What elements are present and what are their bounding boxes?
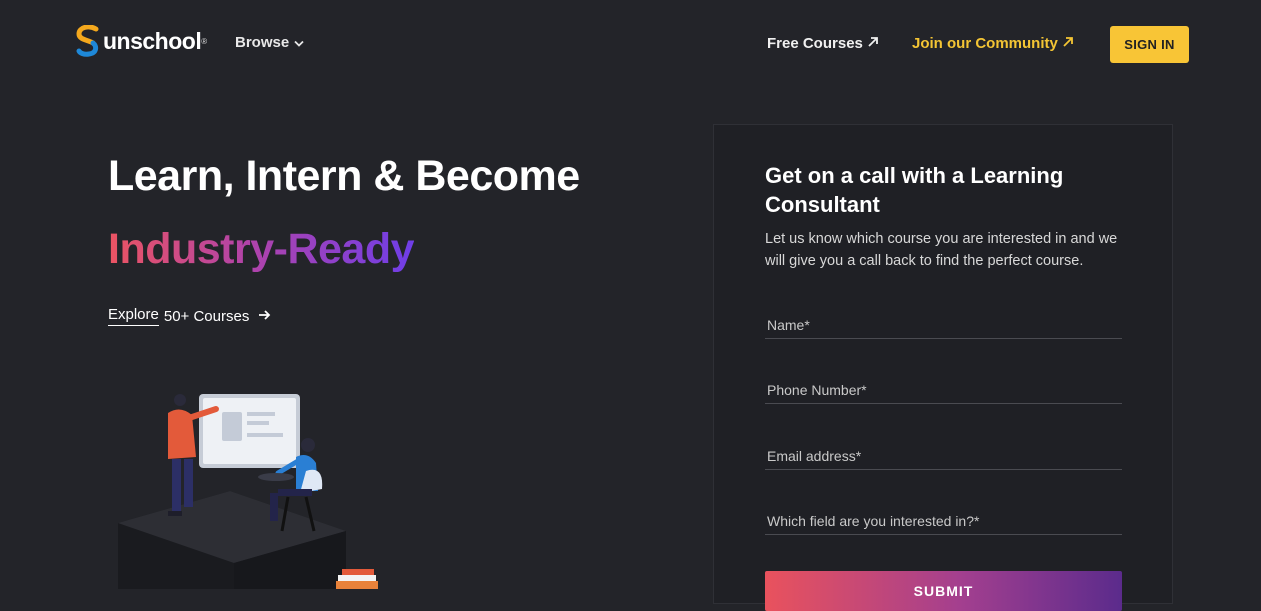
email-input[interactable] <box>765 443 1122 469</box>
free-courses-link[interactable]: Free Courses <box>767 35 879 52</box>
logo-registered-mark: ® <box>201 36 208 46</box>
join-community-label: Join our Community <box>912 35 1058 52</box>
arrow-up-right-icon <box>1062 35 1074 52</box>
explore-underlined-text: Explore <box>108 306 159 326</box>
submit-button[interactable]: SUBMIT <box>765 571 1122 611</box>
email-field[interactable] <box>765 443 1122 470</box>
free-courses-label: Free Courses <box>767 35 863 52</box>
arrow-right-icon <box>258 308 271 325</box>
form-title: Get on a call with a Learning Consultant <box>765 163 1064 217</box>
phone-input[interactable] <box>765 377 1122 403</box>
unschool-logo[interactable]: unschool ® <box>75 24 207 58</box>
form-subtitle: Let us know which course you are interes… <box>765 231 1118 269</box>
explore-courses-link[interactable]: Explore 50+ Courses <box>108 306 271 326</box>
chevron-down-icon <box>294 34 304 51</box>
phone-field[interactable] <box>765 377 1122 404</box>
arrow-up-right-icon <box>867 35 879 52</box>
explore-rest-text: 50+ Courses <box>163 307 250 325</box>
unschool-logo-icon <box>75 24 101 57</box>
hero-heading: Learn, Intern & Become <box>108 152 580 200</box>
browse-label: Browse <box>235 34 290 51</box>
hero-heading-gradient: Industry-Ready <box>108 225 415 273</box>
interest-field[interactable] <box>765 508 1122 535</box>
name-input[interactable] <box>765 312 1122 338</box>
join-community-link[interactable]: Join our Community <box>912 35 1074 52</box>
browse-menu[interactable]: Browse <box>235 34 304 51</box>
logo-text: unschool <box>103 27 202 54</box>
name-field[interactable] <box>765 312 1122 339</box>
sign-in-button[interactable]: SIGN IN <box>1110 26 1189 63</box>
interest-input[interactable] <box>765 508 1122 534</box>
hero-illustration <box>110 385 410 589</box>
